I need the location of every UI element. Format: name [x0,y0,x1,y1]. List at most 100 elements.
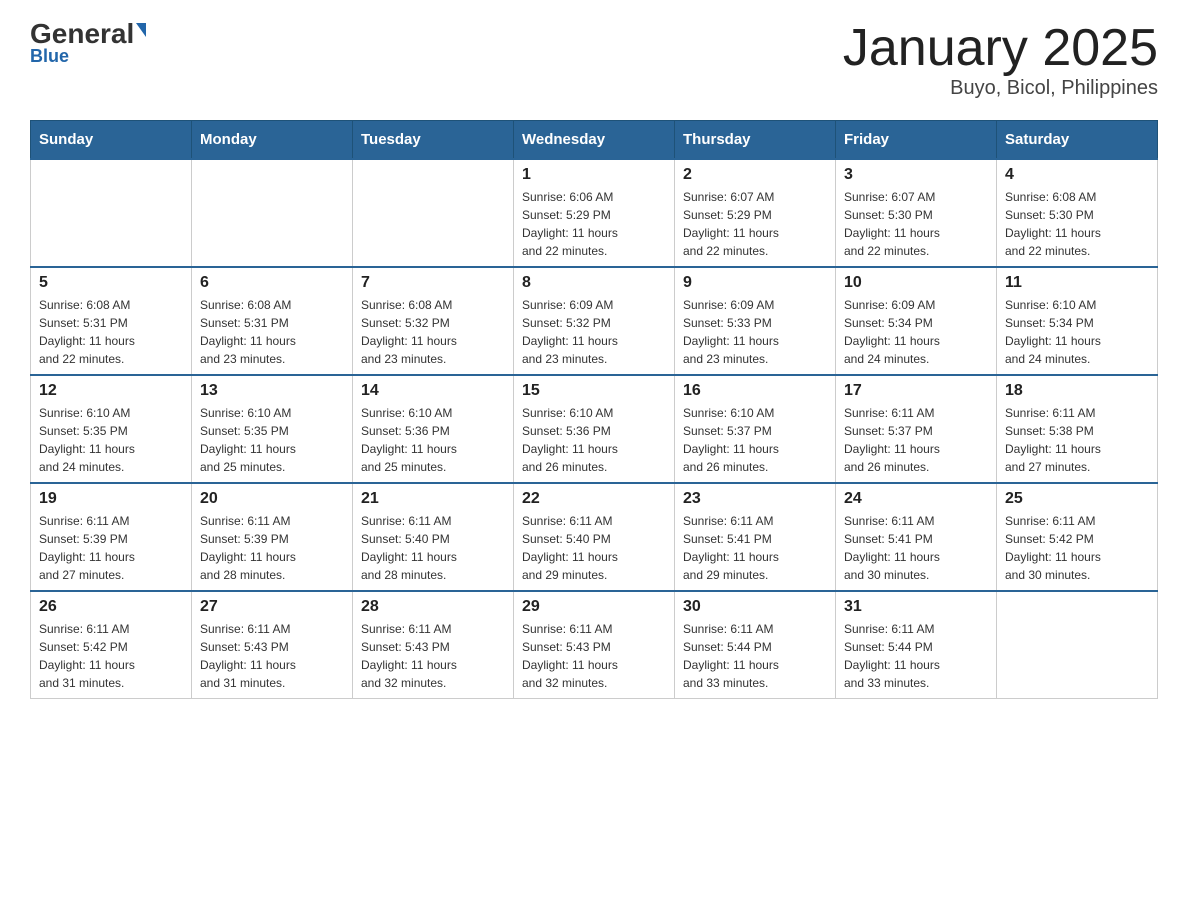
day-number: 7 [361,274,505,292]
day-number: 17 [844,382,988,400]
day-info: Sunrise: 6:10 AMSunset: 5:35 PMDaylight:… [39,404,183,476]
day-info: Sunrise: 6:10 AMSunset: 5:36 PMDaylight:… [361,404,505,476]
day-number: 25 [1005,490,1149,508]
calendar-cell: 24 Sunrise: 6:11 AMSunset: 5:41 PMDayligh… [836,483,997,591]
weekday-header-sunday: Sunday [31,121,192,160]
week-row-4: 19 Sunrise: 6:11 AMSunset: 5:39 PMDayligh… [31,483,1158,591]
day-number: 21 [361,490,505,508]
weekday-header-friday: Friday [836,121,997,160]
day-number: 1 [522,166,666,184]
title-area: January 2025 Buyo, Bicol, Philippines [843,20,1158,100]
day-number: 24 [844,490,988,508]
day-info: Sunrise: 6:09 AMSunset: 5:33 PMDaylight:… [683,296,827,368]
week-row-2: 5 Sunrise: 6:08 AMSunset: 5:31 PMDaylight… [31,267,1158,375]
logo-triangle-icon [136,23,146,37]
calendar-cell: 30 Sunrise: 6:11 AMSunset: 5:44 PMDayligh… [675,591,836,699]
day-number: 5 [39,274,183,292]
day-number: 18 [1005,382,1149,400]
calendar-cell: 11 Sunrise: 6:10 AMSunset: 5:34 PMDayligh… [997,267,1158,375]
day-number: 15 [522,382,666,400]
week-row-1: 1Sunrise: 6:06 AMSunset: 5:29 PMDaylight… [31,159,1158,267]
day-number: 31 [844,598,988,616]
calendar-cell: 15 Sunrise: 6:10 AMSunset: 5:36 PMDayligh… [514,375,675,483]
calendar-cell: 31 Sunrise: 6:11 AMSunset: 5:44 PMDayligh… [836,591,997,699]
day-number: 9 [683,274,827,292]
calendar-table: SundayMondayTuesdayWednesdayThursdayFrid… [30,120,1158,699]
day-info: Sunrise: 6:11 AMSunset: 5:38 PMDaylight:… [1005,404,1149,476]
day-number: 23 [683,490,827,508]
day-info: Sunrise: 6:11 AMSunset: 5:39 PMDaylight:… [39,512,183,584]
calendar-cell: 13Sunrise: 6:10 AMSunset: 5:35 PMDayligh… [192,375,353,483]
calendar-cell: 28 Sunrise: 6:11 AMSunset: 5:43 PMDayligh… [353,591,514,699]
day-info: Sunrise: 6:08 AMSunset: 5:31 PMDaylight:… [200,296,344,368]
day-number: 19 [39,490,183,508]
calendar-cell [353,159,514,267]
calendar-cell: 4 Sunrise: 6:08 AMSunset: 5:30 PMDaylight… [997,159,1158,267]
calendar-cell: 21 Sunrise: 6:11 AMSunset: 5:40 PMDayligh… [353,483,514,591]
logo-main-text: General [30,20,134,48]
calendar-cell [31,159,192,267]
day-number: 28 [361,598,505,616]
week-row-3: 12 Sunrise: 6:10 AMSunset: 5:35 PMDayligh… [31,375,1158,483]
calendar-cell: 8Sunrise: 6:09 AMSunset: 5:32 PMDaylight… [514,267,675,375]
day-info: Sunrise: 6:11 AMSunset: 5:44 PMDaylight:… [683,620,827,692]
calendar-cell [997,591,1158,699]
weekday-header-row: SundayMondayTuesdayWednesdayThursdayFrid… [31,121,1158,160]
day-number: 6 [200,274,344,292]
day-info: Sunrise: 6:11 AMSunset: 5:42 PMDaylight:… [1005,512,1149,584]
day-number: 22 [522,490,666,508]
calendar-cell: 14Sunrise: 6:10 AMSunset: 5:36 PMDayligh… [353,375,514,483]
calendar-cell: 16Sunrise: 6:10 AMSunset: 5:37 PMDayligh… [675,375,836,483]
day-number: 30 [683,598,827,616]
day-info: Sunrise: 6:08 AMSunset: 5:32 PMDaylight:… [361,296,505,368]
logo-sub-text: Blue [30,46,69,67]
day-info: Sunrise: 6:11 AMSunset: 5:43 PMDaylight:… [361,620,505,692]
calendar-cell: 22Sunrise: 6:11 AMSunset: 5:40 PMDayligh… [514,483,675,591]
weekday-header-monday: Monday [192,121,353,160]
day-info: Sunrise: 6:10 AMSunset: 5:34 PMDaylight:… [1005,296,1149,368]
day-number: 29 [522,598,666,616]
day-number: 2 [683,166,827,184]
week-row-5: 26 Sunrise: 6:11 AMSunset: 5:42 PMDayligh… [31,591,1158,699]
calendar-cell: 25 Sunrise: 6:11 AMSunset: 5:42 PMDayligh… [997,483,1158,591]
calendar-cell: 23 Sunrise: 6:11 AMSunset: 5:41 PMDayligh… [675,483,836,591]
day-info: Sunrise: 6:11 AMSunset: 5:42 PMDaylight:… [39,620,183,692]
day-info: Sunrise: 6:09 AMSunset: 5:34 PMDaylight:… [844,296,988,368]
calendar-cell: 29Sunrise: 6:11 AMSunset: 5:43 PMDayligh… [514,591,675,699]
day-number: 27 [200,598,344,616]
day-info: Sunrise: 6:07 AMSunset: 5:30 PMDaylight:… [844,188,988,260]
day-info: Sunrise: 6:10 AMSunset: 5:37 PMDaylight:… [683,404,827,476]
day-info: Sunrise: 6:10 AMSunset: 5:35 PMDaylight:… [200,404,344,476]
calendar-cell: 26 Sunrise: 6:11 AMSunset: 5:42 PMDayligh… [31,591,192,699]
header: General Blue January 2025 Buyo, Bicol, P… [30,20,1158,100]
day-number: 26 [39,598,183,616]
day-number: 4 [1005,166,1149,184]
calendar-cell: 1Sunrise: 6:06 AMSunset: 5:29 PMDaylight… [514,159,675,267]
day-info: Sunrise: 6:11 AMSunset: 5:39 PMDaylight:… [200,512,344,584]
calendar-cell: 27Sunrise: 6:11 AMSunset: 5:43 PMDayligh… [192,591,353,699]
weekday-header-thursday: Thursday [675,121,836,160]
day-info: Sunrise: 6:10 AMSunset: 5:36 PMDaylight:… [522,404,666,476]
calendar-cell: 20Sunrise: 6:11 AMSunset: 5:39 PMDayligh… [192,483,353,591]
day-number: 10 [844,274,988,292]
day-info: Sunrise: 6:08 AMSunset: 5:31 PMDaylight:… [39,296,183,368]
calendar-cell: 5 Sunrise: 6:08 AMSunset: 5:31 PMDaylight… [31,267,192,375]
calendar-cell: 6 Sunrise: 6:08 AMSunset: 5:31 PMDaylight… [192,267,353,375]
day-number: 12 [39,382,183,400]
day-info: Sunrise: 6:11 AMSunset: 5:41 PMDaylight:… [683,512,827,584]
calendar-cell: 19 Sunrise: 6:11 AMSunset: 5:39 PMDayligh… [31,483,192,591]
logo: General Blue [30,20,146,67]
day-info: Sunrise: 6:11 AMSunset: 5:37 PMDaylight:… [844,404,988,476]
day-info: Sunrise: 6:11 AMSunset: 5:40 PMDaylight:… [361,512,505,584]
month-title: January 2025 [843,20,1158,77]
location-title: Buyo, Bicol, Philippines [843,77,1158,100]
day-info: Sunrise: 6:09 AMSunset: 5:32 PMDaylight:… [522,296,666,368]
day-number: 11 [1005,274,1149,292]
weekday-header-wednesday: Wednesday [514,121,675,160]
calendar-cell: 18 Sunrise: 6:11 AMSunset: 5:38 PMDayligh… [997,375,1158,483]
day-info: Sunrise: 6:11 AMSunset: 5:44 PMDaylight:… [844,620,988,692]
day-info: Sunrise: 6:11 AMSunset: 5:41 PMDaylight:… [844,512,988,584]
weekday-header-tuesday: Tuesday [353,121,514,160]
calendar-cell: 9 Sunrise: 6:09 AMSunset: 5:33 PMDaylight… [675,267,836,375]
day-info: Sunrise: 6:08 AMSunset: 5:30 PMDaylight:… [1005,188,1149,260]
